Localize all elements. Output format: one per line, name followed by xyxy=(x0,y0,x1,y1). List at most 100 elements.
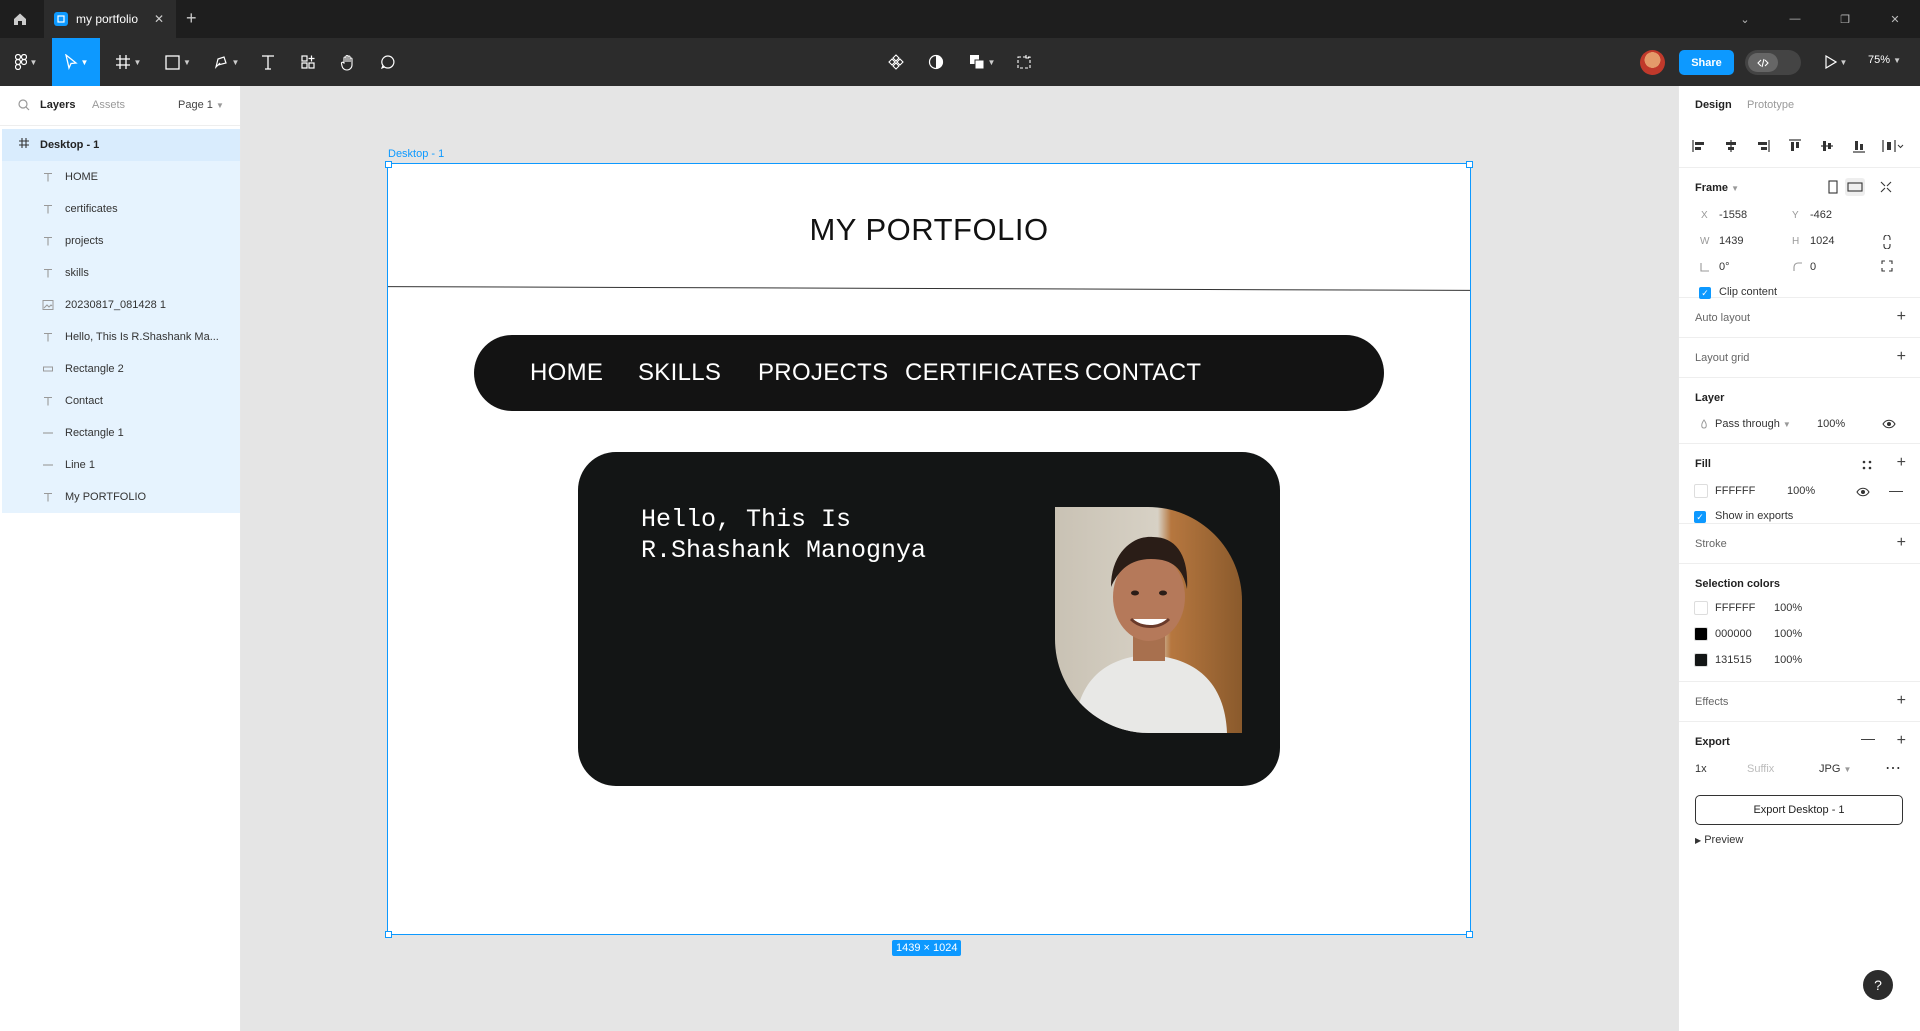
y-input[interactable]: -462 xyxy=(1810,209,1832,221)
color-opacity[interactable]: 100% xyxy=(1774,654,1802,666)
restore-icon[interactable]: ❐ xyxy=(1820,0,1870,38)
preview-toggle[interactable]: ▶ Preview xyxy=(1695,834,1743,846)
align-right-icon[interactable] xyxy=(1755,138,1771,154)
color-opacity[interactable]: 100% xyxy=(1774,628,1802,640)
tab-assets[interactable]: Assets xyxy=(92,99,125,111)
chevron-down-icon[interactable]: ⌄ xyxy=(1720,0,1770,38)
mask-button[interactable] xyxy=(920,38,952,86)
shape-tool[interactable]: ▼ xyxy=(160,38,196,86)
resize-handle-bl[interactable] xyxy=(385,931,392,938)
more-options-icon[interactable]: ⋯ xyxy=(1885,758,1902,778)
frame-tool[interactable]: ▼ xyxy=(110,38,146,86)
add-stroke-icon[interactable]: + xyxy=(1897,534,1906,552)
add-fill-icon[interactable]: + xyxy=(1897,454,1906,472)
share-button[interactable]: Share xyxy=(1679,50,1734,75)
distribute-icon[interactable] xyxy=(1881,138,1905,154)
export-suffix-input[interactable]: Suffix xyxy=(1747,763,1774,775)
layer-row[interactable]: Rectangle 1 xyxy=(2,417,240,449)
tab-layers[interactable]: Layers xyxy=(40,99,75,111)
remove-fill-icon[interactable]: — xyxy=(1889,482,1903,498)
radius-input[interactable]: 0 xyxy=(1810,261,1816,273)
layer-row[interactable]: Desktop - 1 xyxy=(2,129,240,161)
nav-home[interactable]: HOME xyxy=(530,359,603,387)
hand-tool[interactable] xyxy=(332,38,364,86)
zoom-level[interactable]: 75% ▼ xyxy=(1868,54,1901,66)
resources-tool[interactable] xyxy=(292,38,324,86)
crop-button[interactable] xyxy=(1008,38,1040,86)
nav-skills[interactable]: SKILLS xyxy=(638,359,721,387)
pen-tool[interactable]: ▼ xyxy=(208,38,244,86)
close-tab-icon[interactable]: ✕ xyxy=(154,12,164,26)
layer-row[interactable]: Contact xyxy=(2,385,240,417)
nav-projects[interactable]: PROJECTS xyxy=(758,359,888,387)
remove-export-icon[interactable]: — xyxy=(1861,730,1875,746)
align-middle-icon[interactable] xyxy=(1819,138,1835,154)
color-hex[interactable]: FFFFFF xyxy=(1715,602,1755,614)
align-top-icon[interactable] xyxy=(1787,138,1803,154)
landscape-icon[interactable] xyxy=(1845,178,1865,196)
add-export-icon[interactable]: + xyxy=(1897,732,1906,750)
w-input[interactable]: 1439 xyxy=(1719,235,1743,247)
tab-design[interactable]: Design xyxy=(1695,99,1732,111)
color-hex[interactable]: 131515 xyxy=(1715,654,1752,666)
add-effect-icon[interactable]: + xyxy=(1897,692,1906,710)
color-hex[interactable]: 000000 xyxy=(1715,628,1752,640)
blend-mode-select[interactable]: Pass through ▼ xyxy=(1715,418,1791,430)
constrain-proportions-icon[interactable] xyxy=(1881,235,1893,249)
page-selector[interactable]: Page 1 ▼ xyxy=(178,99,224,111)
layer-row[interactable]: Rectangle 2 xyxy=(2,353,240,385)
add-layout-grid-icon[interactable]: + xyxy=(1897,348,1906,366)
file-tab[interactable]: my portfolio ✕ xyxy=(44,0,176,38)
portrait-icon[interactable] xyxy=(1827,180,1839,194)
frame-heading[interactable]: Frame ▼ xyxy=(1695,182,1739,194)
layer-row[interactable]: Hello, This Is R.Shashank Ma... xyxy=(2,321,240,353)
dev-mode-toggle[interactable] xyxy=(1745,50,1801,75)
home-button[interactable] xyxy=(0,0,40,38)
resize-handle-tr[interactable] xyxy=(1466,161,1473,168)
boolean-button[interactable]: ▼ xyxy=(962,38,1002,86)
fill-opacity-input[interactable]: 100% xyxy=(1787,485,1815,497)
close-window-icon[interactable]: ✕ xyxy=(1870,0,1920,38)
align-left-icon[interactable] xyxy=(1691,138,1707,154)
style-grid-icon[interactable] xyxy=(1861,459,1873,471)
layer-row[interactable]: My PORTFOLIO xyxy=(2,481,240,513)
avatar[interactable] xyxy=(1640,50,1665,75)
color-opacity[interactable]: 100% xyxy=(1774,602,1802,614)
fit-content-icon[interactable] xyxy=(1879,180,1893,194)
portfolio-title[interactable]: MY PORTFOLIO xyxy=(388,212,1470,248)
fill-hex-input[interactable]: FFFFFF xyxy=(1715,485,1755,497)
resize-handle-br[interactable] xyxy=(1466,931,1473,938)
frame-label[interactable]: Desktop - 1 xyxy=(388,148,444,160)
desktop-frame[interactable]: MY PORTFOLIO HOME SKILLS PROJECTS CERTIF… xyxy=(387,163,1471,935)
new-tab-button[interactable]: + xyxy=(186,8,197,29)
create-component-button[interactable] xyxy=(880,38,912,86)
hero-text[interactable]: Hello, This Is R.Shashank Manognya xyxy=(641,504,926,566)
minimize-icon[interactable]: — xyxy=(1770,0,1820,38)
layer-row[interactable]: Line 1 xyxy=(2,449,240,481)
layer-opacity-input[interactable]: 100% xyxy=(1817,418,1845,430)
export-button[interactable]: Export Desktop - 1 xyxy=(1695,795,1903,825)
divider-line[interactable] xyxy=(388,286,1470,291)
nav-contact[interactable]: CONTACT xyxy=(1085,359,1201,387)
comment-tool[interactable] xyxy=(372,38,404,86)
move-tool[interactable]: ▼ xyxy=(52,38,100,86)
export-scale-select[interactable]: 1x xyxy=(1695,763,1707,775)
eye-icon[interactable] xyxy=(1856,487,1870,497)
fill-swatch[interactable] xyxy=(1694,484,1708,498)
layer-row[interactable]: 20230817_081428 1 xyxy=(2,289,240,321)
show-in-exports-checkbox[interactable]: ✓ xyxy=(1694,511,1706,523)
present-button[interactable]: ▼ xyxy=(1818,38,1854,86)
nav-bar[interactable]: HOME SKILLS PROJECTS CERTIFICATES CONTAC… xyxy=(474,335,1384,411)
align-center-h-icon[interactable] xyxy=(1723,138,1739,154)
color-swatch[interactable] xyxy=(1694,601,1708,615)
text-tool[interactable] xyxy=(252,38,284,86)
color-swatch[interactable] xyxy=(1694,653,1708,667)
layer-row[interactable]: certificates xyxy=(2,193,240,225)
export-format-select[interactable]: JPG ▼ xyxy=(1819,763,1851,775)
search-icon[interactable] xyxy=(18,99,30,111)
help-button[interactable]: ? xyxy=(1863,970,1893,1000)
rotation-input[interactable]: 0° xyxy=(1719,261,1730,273)
profile-photo[interactable] xyxy=(1055,507,1242,733)
hero-card[interactable]: Hello, This Is R.Shashank Manognya xyxy=(578,452,1280,786)
layer-row[interactable]: HOME xyxy=(2,161,240,193)
